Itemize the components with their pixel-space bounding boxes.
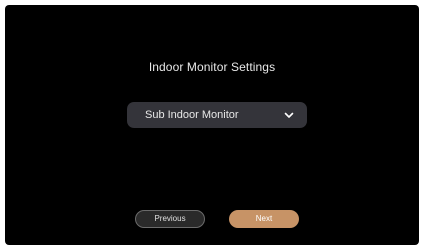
monitor-type-value: Sub Indoor Monitor [145, 109, 239, 121]
monitor-type-select[interactable]: Sub Indoor Monitor [127, 102, 307, 128]
chevron-down-icon [284, 112, 294, 118]
settings-screen: Indoor Monitor Settings Sub Indoor Monit… [5, 5, 419, 245]
page-title: Indoor Monitor Settings [148, 60, 276, 74]
next-button[interactable]: Next [229, 210, 299, 228]
previous-button[interactable]: Previous [135, 210, 205, 228]
